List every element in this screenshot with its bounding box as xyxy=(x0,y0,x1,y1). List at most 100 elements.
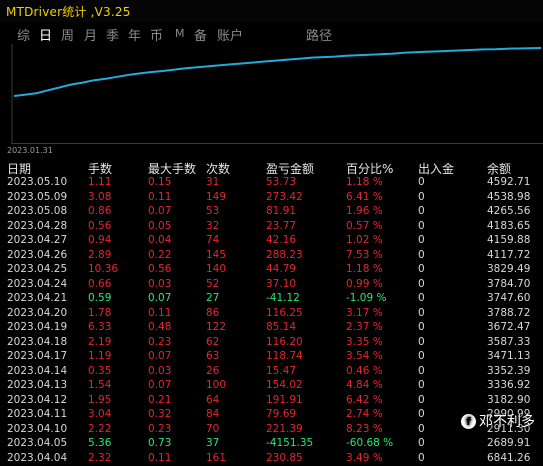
cell-count: 62 xyxy=(206,336,219,348)
table-row[interactable]: 2023.04.270.940.047442.161.02 %04159.88 xyxy=(0,234,543,249)
cell-percent: -60.68 % xyxy=(346,437,393,449)
cell-percent: 6.41 % xyxy=(346,191,383,203)
cell-percent: 2.74 % xyxy=(346,408,383,420)
cell-deposit: 0 xyxy=(418,191,425,203)
cell-count: 122 xyxy=(206,321,226,333)
cell-profit-loss: 154.02 xyxy=(266,379,303,391)
cell-count: 53 xyxy=(206,205,219,217)
tab-day[interactable]: 日 xyxy=(39,25,52,44)
cell-count: 100 xyxy=(206,379,226,391)
cell-percent: 1.02 % xyxy=(346,234,383,246)
cell-max-lots: 0.07 xyxy=(148,292,171,304)
table-row[interactable]: 2023.04.042.320.11161230.853.49 %06841.2… xyxy=(0,452,543,466)
cell-balance: 4265.56 xyxy=(487,205,530,217)
tab-m[interactable]: M xyxy=(175,27,185,40)
watermark-logo-icon: f xyxy=(461,414,476,429)
cell-profit-loss: 15.47 xyxy=(266,365,296,377)
table-row[interactable]: 2023.05.101.110.153153.731.18 %04592.71 xyxy=(0,176,543,191)
cell-percent: 3.35 % xyxy=(346,336,383,348)
cell-count: 140 xyxy=(206,263,226,275)
table-row[interactable]: 2023.04.210.590.0727-41.12-1.09 %03747.6… xyxy=(0,292,543,307)
cell-percent: 0.99 % xyxy=(346,278,383,290)
cell-deposit: 0 xyxy=(418,278,425,290)
cell-count: 149 xyxy=(206,191,226,203)
cell-count: 70 xyxy=(206,423,219,435)
cell-profit-loss: 23.77 xyxy=(266,220,296,232)
tab-summary[interactable]: 综 xyxy=(17,25,30,44)
cell-percent: 6.42 % xyxy=(346,394,383,406)
header-profit-loss: 盈亏金额 xyxy=(266,160,314,177)
table-row[interactable]: 2023.04.171.190.0763118.743.54 %03471.13 xyxy=(0,350,543,365)
cell-max-lots: 0.73 xyxy=(148,437,171,449)
cell-max-lots: 0.32 xyxy=(148,408,171,420)
table-row[interactable]: 2023.04.182.190.2362116.203.35 %03587.33 xyxy=(0,336,543,351)
cell-balance: 4159.88 xyxy=(487,234,530,246)
cell-profit-loss: 273.42 xyxy=(266,191,303,203)
cell-max-lots: 0.07 xyxy=(148,379,171,391)
header-deposit: 出入金 xyxy=(418,160,454,177)
cell-max-lots: 0.56 xyxy=(148,263,171,275)
cell-count: 32 xyxy=(206,220,219,232)
cell-count: 27 xyxy=(206,292,219,304)
cell-deposit: 0 xyxy=(418,307,425,319)
cell-deposit: 0 xyxy=(418,176,425,188)
table-row[interactable]: 2023.04.262.890.22145288.237.53 %04117.7… xyxy=(0,249,543,264)
period-tabs: 综 日 周 月 季 年 币 M 备 账户 路径 xyxy=(0,22,543,44)
header-max-lots: 最大手数 xyxy=(148,160,196,177)
equity-chart xyxy=(6,44,543,144)
cell-deposit: 0 xyxy=(418,423,425,435)
cell-date: 2023.04.12 xyxy=(7,394,67,406)
table-row[interactable]: 2023.05.080.860.075381.911.96 %04265.56 xyxy=(0,205,543,220)
cell-count: 31 xyxy=(206,176,219,188)
cell-balance: 6841.26 xyxy=(487,452,530,464)
cell-balance: 4592.71 xyxy=(487,176,530,188)
table-row[interactable]: 2023.04.131.540.07100154.024.84 %03336.9… xyxy=(0,379,543,394)
tab-notes[interactable]: 备 xyxy=(194,25,207,44)
cell-deposit: 0 xyxy=(418,336,425,348)
tab-quarter[interactable]: 季 xyxy=(106,25,119,44)
cell-max-lots: 0.03 xyxy=(148,278,171,290)
table-row[interactable]: 2023.04.055.360.7337-4151.35-60.68 %0268… xyxy=(0,437,543,452)
cell-profit-loss: 85.14 xyxy=(266,321,296,333)
table-row[interactable]: 2023.05.093.080.11149273.426.41 %04538.9… xyxy=(0,191,543,206)
cell-max-lots: 0.11 xyxy=(148,307,171,319)
cell-max-lots: 0.05 xyxy=(148,220,171,232)
cell-date: 2023.04.17 xyxy=(7,350,67,362)
cell-balance: 3784.70 xyxy=(487,278,530,290)
cell-date: 2023.04.14 xyxy=(7,365,67,377)
cell-balance: 3829.49 xyxy=(487,263,530,275)
cell-balance: 4117.72 xyxy=(487,249,530,261)
table-row[interactable]: 2023.04.240.660.035237.100.99 %03784.70 xyxy=(0,278,543,293)
cell-deposit: 0 xyxy=(418,452,425,464)
tab-week[interactable]: 周 xyxy=(61,25,74,44)
cell-date: 2023.05.09 xyxy=(7,191,67,203)
cell-max-lots: 0.07 xyxy=(148,350,171,362)
tab-month[interactable]: 月 xyxy=(84,25,97,44)
table-row[interactable]: 2023.04.196.330.4812285.142.37 %03672.47 xyxy=(0,321,543,336)
cell-max-lots: 0.15 xyxy=(148,176,171,188)
cell-count: 63 xyxy=(206,350,219,362)
cell-lots: 2.22 xyxy=(88,423,111,435)
cell-percent: 3.54 % xyxy=(346,350,383,362)
watermark-text: 邓不利多 xyxy=(479,411,535,431)
chart-start-date: 2023.01.31 xyxy=(7,146,53,155)
cell-percent: 0.46 % xyxy=(346,365,383,377)
table-row[interactable]: 2023.04.280.560.053223.770.57 %04183.65 xyxy=(0,220,543,235)
cell-date: 2023.04.10 xyxy=(7,423,67,435)
tab-account[interactable]: 账户 xyxy=(217,25,243,44)
tab-currency[interactable]: 币 xyxy=(150,25,163,44)
cell-balance: 4183.65 xyxy=(487,220,530,232)
cell-balance: 3352.39 xyxy=(487,365,530,377)
cell-date: 2023.04.27 xyxy=(7,234,67,246)
table-row[interactable]: 2023.04.201.780.1186116.253.17 %03788.72 xyxy=(0,307,543,322)
tab-year[interactable]: 年 xyxy=(128,25,141,44)
table-row[interactable]: 2023.04.2510.360.5614044.791.18 %03829.4… xyxy=(0,263,543,278)
table-header: 日期 手数 最大手数 次数 盈亏金额 百分比% 出入金 余额 xyxy=(0,160,543,176)
cell-date: 2023.04.24 xyxy=(7,278,67,290)
table-row[interactable]: 2023.04.121.950.2164191.916.42 %03182.90 xyxy=(0,394,543,409)
cell-date: 2023.04.11 xyxy=(7,408,67,420)
cell-balance: 2689.91 xyxy=(487,437,530,449)
table-row[interactable]: 2023.04.140.350.032615.470.46 %03352.39 xyxy=(0,365,543,380)
cell-date: 2023.04.18 xyxy=(7,336,67,348)
tab-path[interactable]: 路径 xyxy=(306,25,332,44)
